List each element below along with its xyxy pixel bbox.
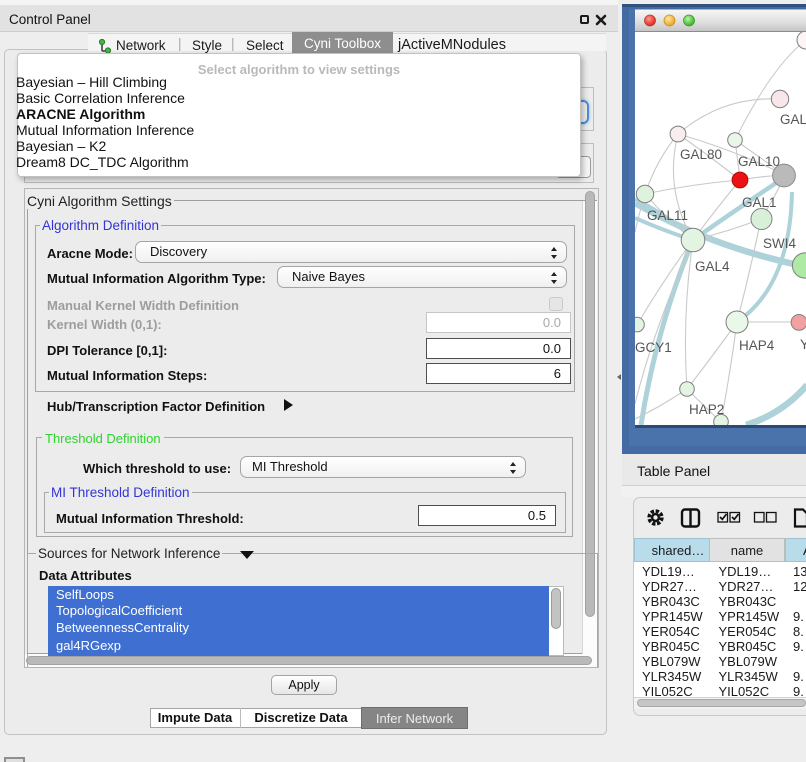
svg-text:HAP2: HAP2: [689, 402, 724, 417]
svg-text:GAL11: GAL11: [647, 208, 688, 223]
svg-text:GAL10: GAL10: [738, 154, 780, 169]
svg-text:GAL: GAL: [780, 112, 806, 127]
svg-text:SWI4: SWI4: [763, 236, 796, 251]
svg-text:GAL80: GAL80: [680, 147, 722, 162]
svg-text:GCY1: GCY1: [635, 340, 672, 355]
svg-text:Y: Y: [800, 337, 806, 352]
svg-text:GAL4: GAL4: [695, 259, 730, 274]
svg-text:HAP4: HAP4: [739, 338, 775, 353]
svg-text:GAL1: GAL1: [742, 195, 777, 210]
